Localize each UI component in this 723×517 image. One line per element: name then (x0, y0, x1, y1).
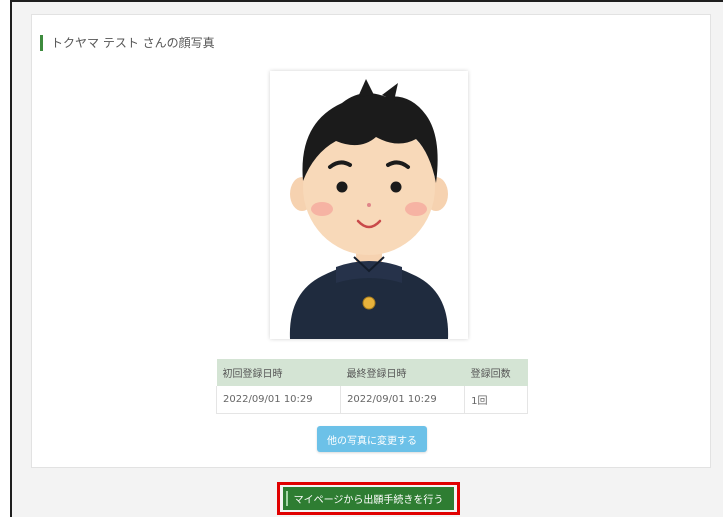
change-photo-button[interactable]: 他の写真に変更する (317, 426, 427, 452)
registration-info-table: 初回登録日時 最終登録日時 登録回数 2022/09/01 10:29 2022… (215, 359, 528, 414)
student-avatar-icon (289, 79, 449, 339)
face-photo (270, 71, 468, 339)
button-accent-bar (286, 491, 288, 506)
page-title: トクヤマ テスト さんの顔写真 (51, 36, 215, 50)
face-photo-card: トクヤマ テスト さんの顔写真 初回登録日時 最終登録日時 登録回数 2022/… (31, 14, 711, 468)
cell-registration-count: 1回 (464, 386, 528, 414)
col-header-registration-count: 登録回数 (464, 359, 528, 386)
cell-first-registered: 2022/09/01 10:29 (215, 386, 342, 414)
table-row: 2022/09/01 10:29 2022/09/01 10:29 1回 (215, 386, 528, 414)
col-header-first-registered: 初回登録日時 (216, 359, 341, 386)
mypage-procedure-label: マイページから出願手続きを行う (293, 495, 444, 506)
table-header-row: 初回登録日時 最終登録日時 登録回数 (216, 359, 528, 386)
section-heading: トクヤマ テスト さんの顔写真 (40, 34, 215, 51)
heading-accent-bar (40, 34, 43, 51)
mypage-procedure-button[interactable]: マイページから出願手続きを行う (283, 487, 454, 510)
col-header-last-registered: 最終登録日時 (340, 359, 465, 386)
cell-last-registered: 2022/09/01 10:29 (340, 386, 466, 414)
